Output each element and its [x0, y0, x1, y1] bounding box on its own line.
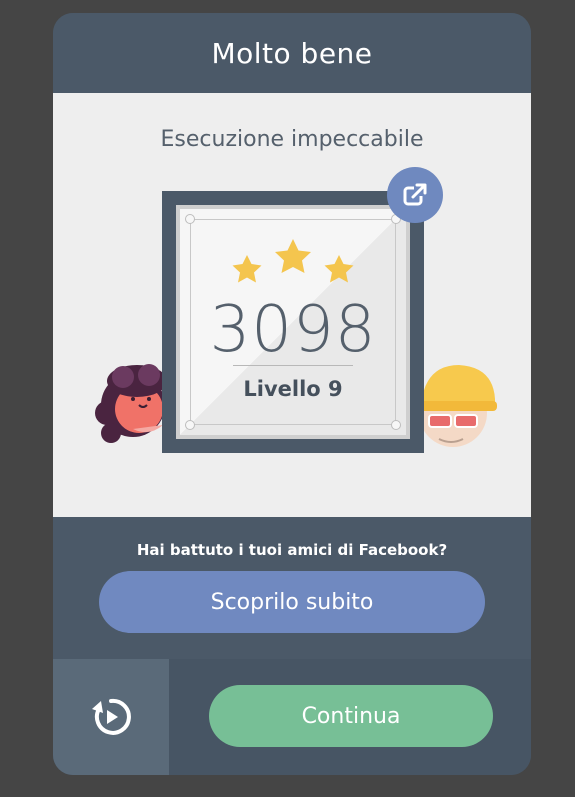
replay-button[interactable] [53, 659, 169, 775]
share-button[interactable] [387, 167, 443, 223]
corner-pin [185, 214, 195, 224]
score-value: 3098 [209, 293, 377, 367]
dialog-header: Molto bene [53, 13, 531, 93]
score-divider [233, 365, 353, 366]
corner-pin [391, 420, 401, 430]
facebook-section: Hai battuto i tuoi amici di Facebook? Sc… [53, 517, 531, 659]
rating-stars [232, 239, 354, 283]
replay-icon [92, 698, 131, 735]
level-label: Livello 9 [243, 377, 343, 401]
friend-avatar-left [95, 364, 167, 443]
result-panel: Esecuzione impeccabile 3098 Livello 9 [53, 93, 531, 517]
continue-button[interactable]: Continua [209, 685, 493, 747]
action-bar: Continua [53, 659, 531, 775]
star-icon [232, 255, 262, 283]
friend-avatar-right [419, 365, 497, 447]
facebook-question: Hai battuto i tuoi amici di Facebook? [136, 541, 448, 559]
score-card: 3098 Livello 9 [176, 205, 410, 439]
result-dialog: Molto bene Esecuzione impeccabile 3098 L… [53, 13, 531, 775]
star-icon [275, 239, 311, 273]
score-frame: 3098 Livello 9 [162, 191, 424, 453]
dialog-title: Molto bene [211, 36, 373, 70]
discover-button[interactable]: Scoprilo subito [99, 571, 485, 633]
result-subtitle: Esecuzione impeccabile [160, 127, 424, 152]
share-icon [403, 183, 427, 206]
star-icon [324, 255, 354, 283]
corner-pin [185, 420, 195, 430]
